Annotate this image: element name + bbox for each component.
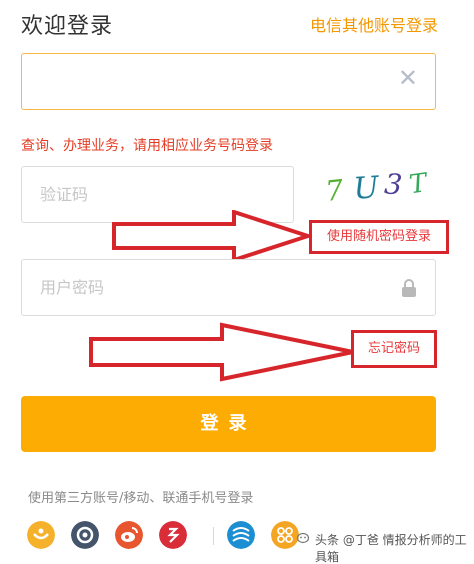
weibo-icon[interactable] [115, 521, 143, 549]
phone-input-box[interactable]: ✕ [21, 53, 436, 110]
china-mobile-icon[interactable] [227, 521, 255, 549]
login-notice: 查询、办理业务，请用相应业务号码登录 [21, 138, 273, 154]
wechat-icon [297, 532, 310, 544]
captcha-char-2: U [352, 170, 381, 207]
close-icon[interactable]: ✕ [398, 66, 418, 90]
captcha-char-1: 7 [324, 173, 345, 208]
login-button[interactable]: 登录 [21, 396, 436, 452]
phone-input[interactable] [40, 54, 363, 109]
yiliao-icon[interactable] [27, 521, 55, 549]
random-password-login-link[interactable]: 使用随机密码登录 [309, 220, 449, 254]
yixin-icon[interactable] [159, 521, 187, 549]
forgot-password-link[interactable]: 忘记密码 [351, 330, 437, 368]
annotation-arrow-1 [112, 210, 312, 262]
annotation-arrow-2 [89, 322, 354, 382]
password-input[interactable] [40, 260, 363, 315]
captcha-char-3: 3 [383, 167, 403, 201]
password-box[interactable] [21, 259, 436, 316]
icon-divider [213, 527, 214, 545]
captcha-image[interactable]: 7 U 3 T [322, 166, 438, 210]
tianyi-icon[interactable] [71, 521, 99, 549]
other-account-login-link[interactable]: 电信其他账号登录 [310, 12, 438, 36]
page-title: 欢迎登录 [21, 14, 114, 39]
watermark-text: 头条 @丁爸 情报分析师的工具箱 [313, 531, 474, 564]
china-unicom-icon[interactable] [271, 521, 299, 549]
third-party-login-label: 使用第三方账号/移动、联通手机号登录 [28, 491, 254, 506]
lock-icon [402, 279, 416, 297]
captcha-char-4: T [407, 168, 430, 200]
